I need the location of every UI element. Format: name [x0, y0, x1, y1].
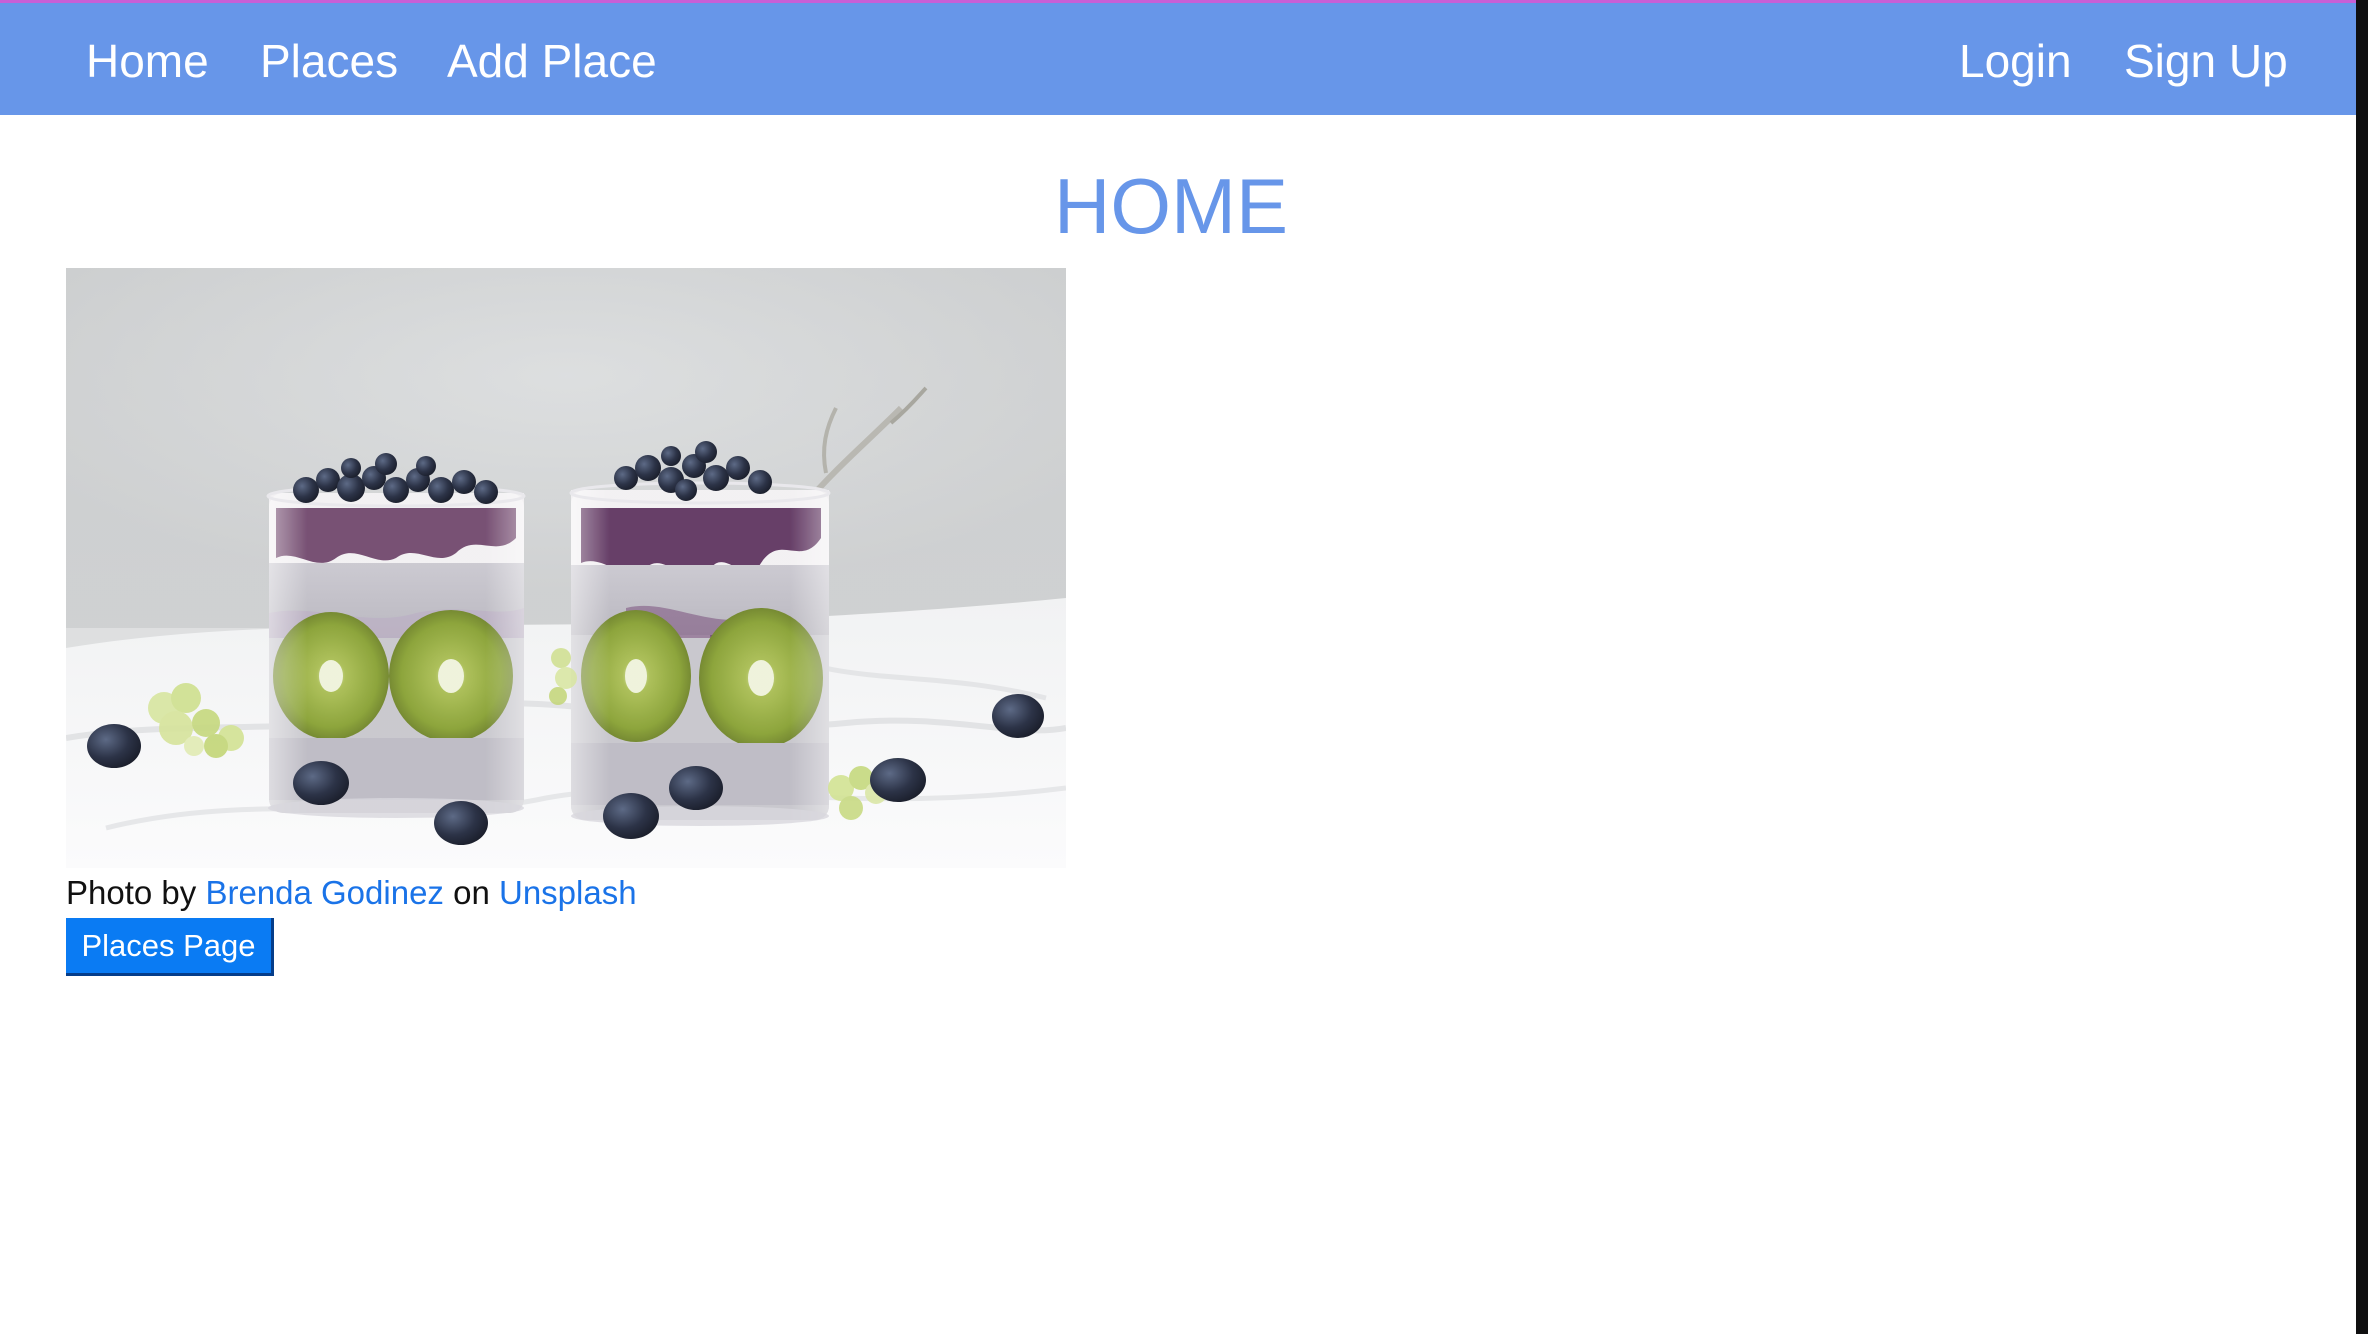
food-photo-icon: [66, 268, 1066, 868]
places-page-button[interactable]: Places Page: [66, 918, 274, 976]
credit-prefix: Photo by: [66, 874, 197, 911]
navbar: Home Places Add Place Login Sign Up: [0, 3, 2356, 115]
hero-image: [66, 268, 1066, 868]
nav-places-link[interactable]: Places: [260, 33, 398, 89]
page: Home Places Add Place Login Sign Up HOME: [0, 0, 2368, 1334]
credit-author-link[interactable]: Brenda Godinez: [205, 874, 444, 911]
nav-sign-up-link[interactable]: Sign Up: [2124, 33, 2288, 89]
window-edge: [2356, 0, 2368, 1334]
nav-login-link[interactable]: Login: [1959, 33, 2072, 89]
credit-middle: on: [453, 874, 490, 911]
photo-credit: Photo by Brenda Godinez on Unsplash: [66, 872, 637, 914]
credit-site-link[interactable]: Unsplash: [499, 874, 637, 911]
nav-add-place-link[interactable]: Add Place: [447, 33, 657, 89]
nav-home-link[interactable]: Home: [86, 33, 209, 89]
page-title: HOME: [1054, 162, 1288, 250]
